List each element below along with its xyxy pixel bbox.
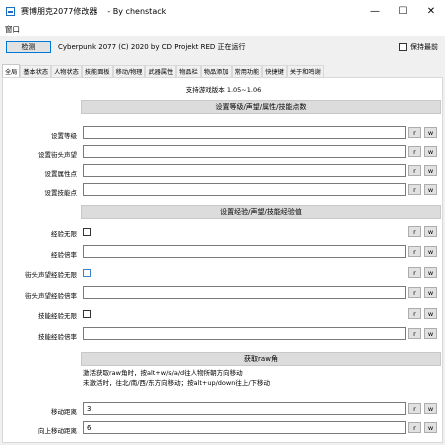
move-up-distance-read-button[interactable]: r <box>408 422 421 433</box>
street-cred-input[interactable] <box>83 145 406 158</box>
move-distance-write-button[interactable]: w <box>424 403 437 414</box>
attribute-points-read-button[interactable]: r <box>408 165 421 176</box>
tab-common-functions[interactable]: 常用功能 <box>231 65 263 77</box>
window-author: - By chenstack <box>107 6 167 16</box>
tab-basic-status[interactable]: 基本状态 <box>20 65 52 77</box>
row-label-move-distance: 移动距离 <box>51 408 77 416</box>
game-status-text: Cyberpunk 2077 (C) 2020 by CD Projekt RE… <box>58 43 246 51</box>
infinite-exp-write-button[interactable]: w <box>424 226 437 237</box>
maximize-icon[interactable]: ☐ <box>389 0 417 22</box>
row-label-move-up-distance: 向上移动距离 <box>38 427 77 435</box>
detect-button[interactable]: 检测 <box>6 41 51 53</box>
street-exp-multiplier-read-button[interactable]: r <box>408 287 421 298</box>
move-distance-input[interactable]: 3 <box>83 402 406 415</box>
street-exp-multiplier-input[interactable] <box>83 286 406 299</box>
row-label-street-exp-multiplier: 街头声望经验倍率 <box>25 292 77 300</box>
exp-multiplier-read-button[interactable]: r <box>408 246 421 257</box>
window-title: 赛博朋克2077修改器 <box>21 6 98 16</box>
street-exp-multiplier-write-button[interactable]: w <box>424 287 437 298</box>
level-input[interactable] <box>83 126 406 139</box>
app-icon <box>6 6 15 16</box>
tab-skill-panel[interactable]: 技能面板 <box>81 65 113 77</box>
move-up-distance-input[interactable]: 6 <box>83 421 406 434</box>
row-label-skill-exp-multiplier: 技能经验倍率 <box>38 333 77 341</box>
level-write-button[interactable]: w <box>424 127 437 138</box>
row-label-infinite-skill-exp: 技能经验无限 <box>38 312 77 320</box>
skill-points-read-button[interactable]: r <box>408 184 421 195</box>
section-header-raw-angle: 获取raw角 <box>81 352 441 366</box>
row-label-street-cred: 设置街头声望 <box>38 151 77 159</box>
raw-angle-description-1: 激活获取raw角时，按alt+w/s/a/d往人物所朝方向移动 <box>83 369 243 377</box>
skill-exp-multiplier-write-button[interactable]: w <box>424 328 437 339</box>
keep-front-box[interactable] <box>399 43 407 51</box>
infinite-exp-read-button[interactable]: r <box>408 226 421 237</box>
section-header-experience: 设置经验/声望/技能经验值 <box>81 205 441 219</box>
skill-points-input[interactable] <box>83 183 406 196</box>
infinite-street-exp-checkbox[interactable] <box>83 269 91 277</box>
move-distance-read-button[interactable]: r <box>408 403 421 414</box>
level-read-button[interactable]: r <box>408 127 421 138</box>
section-header-level: 设置等级/声望/属性/技能点数 <box>81 100 441 114</box>
tab-item-add[interactable]: 物品添加 <box>200 65 232 77</box>
skill-exp-multiplier-input[interactable] <box>83 327 406 340</box>
global-tab-panel: 支持游戏版本 1.05~1.06 设置等级/声望/属性/技能点数 设置等级 r … <box>2 77 443 443</box>
raw-angle-description-2: 未激活时，往北/南/西/东方向移动；按alt+up/down往上/下移动 <box>83 379 271 387</box>
infinite-street-exp-read-button[interactable]: r <box>408 267 421 278</box>
close-icon[interactable]: ✕ <box>417 0 445 22</box>
infinite-skill-exp-read-button[interactable]: r <box>408 308 421 319</box>
tab-inventory[interactable]: 物品栏 <box>176 65 201 77</box>
menu-bar: 窗口 <box>0 22 445 36</box>
attribute-points-input[interactable] <box>83 164 406 177</box>
exp-multiplier-write-button[interactable]: w <box>424 246 437 257</box>
exp-multiplier-input[interactable] <box>83 245 406 258</box>
skill-points-write-button[interactable]: w <box>424 184 437 195</box>
title-bar: 赛博朋克2077修改器 - By chenstack — ☐ ✕ <box>0 0 445 22</box>
row-label-level: 设置等级 <box>51 132 77 140</box>
infinite-skill-exp-write-button[interactable]: w <box>424 308 437 319</box>
move-up-distance-write-button[interactable]: w <box>424 422 437 433</box>
toolbar: 检测 Cyberpunk 2077 (C) 2020 by CD Projekt… <box>0 36 445 58</box>
row-label-infinite-street-exp: 街头声望经验无限 <box>25 271 77 279</box>
row-label-attribute-points: 设置属性点 <box>44 170 78 178</box>
tab-about[interactable]: 关于和鸣谢 <box>286 65 324 77</box>
tab-bar: 全局 基本状态 人物状态 技能面板 移动/物理 武器属性 物品栏 物品添加 常用… <box>2 64 324 77</box>
row-label-exp-multiplier: 经验倍率 <box>51 251 77 259</box>
keep-front-label: 保持最前 <box>410 43 438 51</box>
tab-global[interactable]: 全局 <box>2 64 21 77</box>
menu-item-window[interactable]: 窗口 <box>5 24 20 35</box>
skill-exp-multiplier-read-button[interactable]: r <box>408 328 421 339</box>
row-label-skill-points: 设置技能点 <box>44 189 78 197</box>
tab-character-status[interactable]: 人物状态 <box>51 65 82 77</box>
attribute-points-write-button[interactable]: w <box>424 165 437 176</box>
tab-hotkeys[interactable]: 快捷键 <box>262 65 287 77</box>
tab-weapon-attributes[interactable]: 武器属性 <box>145 65 177 77</box>
keep-front-checkbox[interactable]: 保持最前 <box>399 42 438 52</box>
infinite-street-exp-write-button[interactable]: w <box>424 267 437 278</box>
tab-movement-physics[interactable]: 移动/物理 <box>112 65 146 77</box>
minimize-icon[interactable]: — <box>361 0 389 22</box>
supported-version: 支持游戏版本 1.05~1.06 <box>185 86 262 94</box>
infinite-skill-exp-checkbox[interactable] <box>83 310 91 318</box>
street-cred-read-button[interactable]: r <box>408 146 421 157</box>
row-label-infinite-exp: 经验无限 <box>51 230 77 238</box>
street-cred-write-button[interactable]: w <box>424 146 437 157</box>
infinite-exp-checkbox[interactable] <box>83 228 91 236</box>
